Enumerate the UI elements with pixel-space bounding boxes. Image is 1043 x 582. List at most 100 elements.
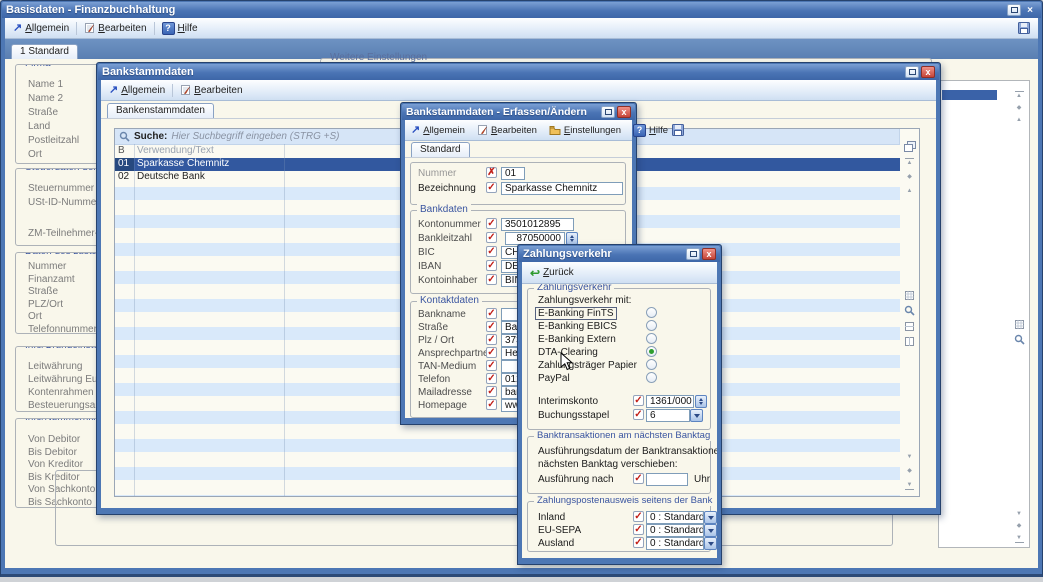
ausland-select[interactable]: 0 : Standard	[646, 537, 704, 550]
restore-button[interactable]	[686, 248, 700, 260]
close-button[interactable]: x	[921, 66, 935, 78]
red-x-icon[interactable]: ✗	[486, 167, 497, 178]
interimskonto-spinner[interactable]	[695, 395, 707, 408]
radio-ebics[interactable]	[646, 320, 657, 331]
red-check-icon[interactable]: ✓	[486, 274, 497, 285]
column-header-text[interactable]: Verwendung/Text	[134, 145, 214, 158]
plz-ort-label: Plz / Ort	[418, 335, 454, 346]
radio-extern[interactable]	[646, 333, 657, 344]
menu-bearbeiten[interactable]: Bearbeiten	[177, 83, 245, 97]
restore-button[interactable]	[1007, 4, 1021, 16]
option-label-papier[interactable]: Zahlungsträger Papier	[538, 360, 637, 371]
save-button[interactable]	[672, 124, 684, 136]
scroll-up-icon[interactable]: ▲	[1015, 116, 1024, 124]
kontonummer-field[interactable]: 3501012895	[501, 218, 574, 231]
option-label-ebics[interactable]: E-Banking EBICS	[538, 321, 617, 332]
menu-bearbeiten[interactable]: Bearbeiten	[81, 21, 149, 35]
copy-icon[interactable]	[904, 141, 916, 152]
tab-bankenstammdaten[interactable]: Bankenstammdaten	[107, 103, 214, 118]
red-check-icon[interactable]: ✓	[486, 360, 497, 371]
menu-hilfe[interactable]: ?Hilfe	[630, 123, 671, 138]
red-check-icon[interactable]: ✓	[486, 246, 497, 257]
close-button[interactable]: x	[617, 106, 631, 118]
group-title: Zahlungspostenausweis seitens der Bank	[534, 495, 715, 506]
red-check-icon[interactable]: ✓	[486, 182, 497, 193]
kontonummer-label: Kontonummer	[418, 219, 481, 230]
radio-dta-clearing[interactable]	[646, 346, 657, 357]
help-icon: ?	[633, 124, 646, 137]
red-check-icon[interactable]: ✓	[633, 511, 644, 522]
red-check-icon[interactable]: ✓	[633, 395, 644, 406]
nav-diamond-icon[interactable]: ◆	[905, 467, 914, 475]
eu-sepa-select[interactable]: 0 : Standard	[646, 524, 704, 537]
red-check-icon[interactable]: ✓	[486, 308, 497, 319]
inland-dropdown[interactable]	[704, 511, 717, 524]
inland-select[interactable]: 0 : Standard	[646, 511, 704, 524]
scroll-down-icon[interactable]: ▼	[1015, 510, 1024, 518]
group-title: Kontaktdaten	[417, 295, 482, 306]
bezeichnung-field[interactable]: Sparkasse Chemnitz	[501, 182, 623, 195]
option-label-extern[interactable]: E-Banking Extern	[538, 334, 616, 345]
menu-hilfe[interactable]: ?Hilfe	[159, 21, 201, 36]
nummer-field[interactable]: 01	[501, 167, 525, 180]
red-check-icon[interactable]: ✓	[486, 334, 497, 345]
nav-diamond-icon[interactable]: ◆	[1015, 104, 1024, 112]
radio-fints[interactable]	[646, 307, 657, 318]
scroll-bottom-icon[interactable]: ▼	[1015, 534, 1024, 543]
search-icon[interactable]	[1014, 334, 1025, 345]
radio-papier[interactable]	[646, 359, 657, 370]
red-check-icon[interactable]: ✓	[486, 218, 497, 229]
ausfuehrung-field[interactable]	[646, 473, 688, 486]
red-check-icon[interactable]: ✓	[486, 260, 497, 271]
save-disk-icon	[1018, 22, 1030, 34]
red-check-icon[interactable]: ✓	[633, 409, 644, 420]
red-check-icon[interactable]: ✓	[633, 473, 644, 484]
grid-icon[interactable]	[905, 291, 914, 300]
menu-allgemein[interactable]: ↗Allgemein	[10, 22, 72, 35]
radio-paypal[interactable]	[646, 372, 657, 383]
red-check-icon[interactable]: ✓	[486, 321, 497, 332]
menu-einstellungen[interactable]: Einstellungen	[546, 124, 624, 137]
red-check-icon[interactable]: ✓	[486, 386, 497, 397]
close-button[interactable]: ×	[1023, 4, 1037, 16]
column-header-b[interactable]: B	[115, 145, 134, 158]
buchungsstapel-dropdown[interactable]	[690, 409, 703, 422]
tab-1-standard[interactable]: 1 Standard	[11, 44, 78, 59]
detail-icon[interactable]	[905, 322, 914, 331]
mailadresse-label: Mailadresse	[418, 387, 472, 398]
red-check-icon[interactable]: ✓	[486, 347, 497, 358]
menu-bearbeiten[interactable]: Bearbeiten	[474, 123, 540, 137]
nav-diamond-icon[interactable]: ◆	[905, 173, 914, 181]
scroll-top-icon[interactable]: ▲	[1015, 91, 1024, 100]
option-label-paypal[interactable]: PayPal	[538, 373, 570, 384]
red-check-icon[interactable]: ✓	[633, 537, 644, 548]
grid-icon[interactable]	[1015, 320, 1024, 329]
scroll-bottom-icon[interactable]: ▼	[905, 481, 914, 490]
detail-icon[interactable]	[905, 337, 914, 346]
red-check-icon[interactable]: ✓	[633, 524, 644, 535]
ausfuehrung-label: Ausführung nach	[538, 474, 614, 485]
restore-button[interactable]	[601, 106, 615, 118]
option-label-fints[interactable]: E-Banking FinTS	[535, 307, 617, 320]
group-title: Bankdaten	[417, 204, 471, 215]
red-check-icon[interactable]: ✓	[486, 373, 497, 384]
red-check-icon[interactable]: ✓	[486, 399, 497, 410]
restore-button[interactable]	[905, 66, 919, 78]
search-icon[interactable]	[904, 305, 915, 316]
menu-allgemein[interactable]: ↗Allgemein	[106, 84, 168, 97]
nav-diamond-icon[interactable]: ◆	[1015, 522, 1024, 530]
close-button[interactable]: x	[702, 248, 716, 260]
interimskonto-field[interactable]: 1361/000	[646, 395, 694, 408]
red-check-icon[interactable]: ✓	[486, 232, 497, 243]
save-button[interactable]	[1015, 21, 1033, 35]
tan-medium-label: TAN-Medium	[418, 361, 476, 372]
scroll-top-icon[interactable]: ▲	[905, 158, 914, 167]
back-button[interactable]: ↩Zurück	[527, 266, 577, 280]
menu-allgemein[interactable]: ↗Allgemein	[408, 124, 468, 137]
scroll-up-icon[interactable]: ▲	[905, 187, 914, 195]
ausland-dropdown[interactable]	[704, 537, 717, 550]
buchungsstapel-field[interactable]: 6	[646, 409, 690, 422]
scroll-down-icon[interactable]: ▼	[905, 453, 914, 461]
eu-sepa-dropdown[interactable]	[704, 524, 717, 537]
tab-standard[interactable]: Standard	[411, 142, 470, 157]
